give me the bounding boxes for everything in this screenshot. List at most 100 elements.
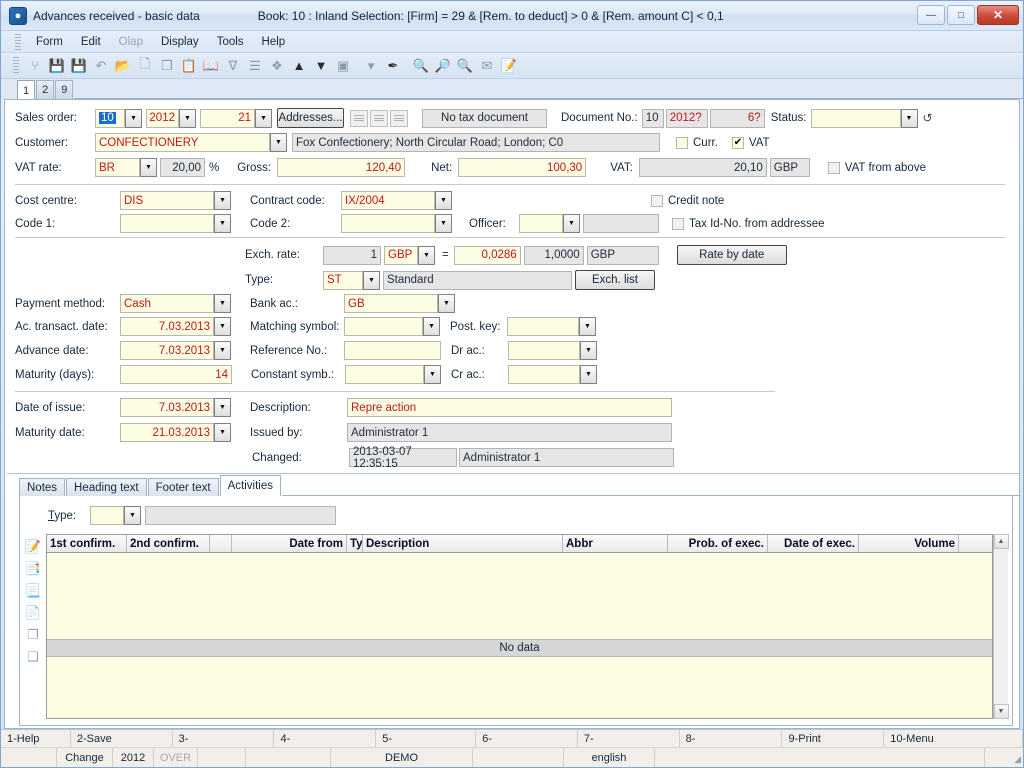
description-input[interactable]: Repre action — [347, 398, 672, 417]
exch-type-dropdown[interactable]: ▼ — [363, 270, 380, 290]
new-document-icon[interactable]: 🗋 — [134, 55, 156, 77]
tax-id-from-addressee-checkbox[interactable] — [672, 217, 684, 230]
menu-item-tools[interactable]: Tools — [208, 34, 253, 50]
function-key-7[interactable]: 7- — [578, 730, 680, 747]
code2-dropdown[interactable]: ▼ — [435, 214, 452, 233]
curr-checkbox[interactable] — [676, 136, 688, 149]
sales-order-year-value[interactable]: 2012 — [146, 108, 179, 128]
binoculars-next-icon[interactable]: 🔎 — [432, 55, 454, 77]
grid-column-header[interactable]: Ty — [347, 535, 363, 552]
function-key-9[interactable]: 9-Print — [782, 730, 885, 747]
reference-no-input[interactable] — [344, 341, 441, 360]
grid-column-header[interactable] — [210, 535, 232, 552]
filter-icon[interactable]: ∇ — [222, 55, 244, 77]
date-of-issue-dropdown[interactable]: ▼ — [214, 398, 231, 417]
code1-input[interactable] — [120, 214, 214, 233]
scroll-up-button[interactable]: ▲ — [993, 534, 1009, 549]
duplicate-record-icon[interactable]: ❑ — [27, 650, 39, 663]
page-tab-1[interactable]: 1 — [17, 80, 36, 100]
menu-item-display[interactable]: Display — [152, 34, 208, 50]
grid-body[interactable]: No data — [47, 553, 992, 718]
code2-input[interactable] — [341, 214, 435, 233]
new-record-icon[interactable]: 📑 — [25, 562, 41, 575]
copy-icon[interactable]: ❐ — [156, 55, 178, 77]
grid-column-header[interactable]: Description — [363, 535, 563, 552]
grid-column-header[interactable]: Date of exec. — [768, 535, 859, 552]
close-button[interactable]: ✕ — [977, 5, 1019, 25]
advance-date-dropdown[interactable]: ▼ — [214, 341, 231, 360]
ac-transact-date-input[interactable]: 7.03.2013 — [120, 317, 214, 336]
exch-rate-currency-input[interactable]: GBP — [384, 245, 418, 265]
grid-vertical-scrollbar[interactable]: ▲ ▼ — [993, 534, 1009, 719]
status-dropdown[interactable]: ▼ — [900, 108, 918, 128]
cr-ac-dropdown[interactable]: ▼ — [580, 365, 597, 384]
align-left-button[interactable] — [350, 109, 368, 127]
align-center-button[interactable] — [370, 109, 388, 127]
function-key-2[interactable]: 2-Save — [71, 730, 173, 747]
delete-record-icon[interactable]: 📄 — [25, 606, 41, 619]
list-filter-icon[interactable]: ☰ — [244, 55, 266, 77]
matching-symbol-dropdown[interactable]: ▼ — [423, 317, 440, 336]
grid-column-header[interactable]: Volume — [859, 535, 959, 552]
function-key-4[interactable]: 4- — [274, 730, 377, 747]
activities-grid[interactable]: 1st confirm. 2nd confirm. Date from Ty Descr… — [46, 534, 993, 719]
bottom-tab-heading-text[interactable]: Heading text — [66, 478, 147, 496]
payment-method-dropdown[interactable]: ▼ — [214, 294, 231, 313]
grid-column-header[interactable]: 2nd confirm. — [127, 535, 210, 552]
binoculars-all-icon[interactable]: 🔍 — [454, 55, 476, 77]
page-tab-2[interactable]: 2 — [36, 80, 55, 99]
excel-export-icon[interactable]: ✒ — [382, 55, 404, 77]
book-icon[interactable]: 📖 — [200, 55, 222, 77]
exch-rate-value[interactable]: 0,0286 — [453, 245, 521, 265]
customer-dropdown[interactable]: ▼ — [270, 133, 287, 152]
exch-rate-currency-dropdown[interactable]: ▼ — [418, 245, 435, 265]
credit-note-checkbox[interactable] — [651, 194, 663, 207]
sales-order-number-dropdown[interactable]: ▼ — [255, 108, 272, 128]
scroll-down-button[interactable]: ▼ — [993, 704, 1009, 719]
note-edit-icon[interactable]: 📝 — [498, 55, 520, 77]
code1-dropdown[interactable]: ▼ — [214, 214, 231, 233]
bottom-tab-notes[interactable]: Notes — [19, 478, 66, 496]
function-key-10[interactable]: 10-Menu — [884, 730, 1023, 747]
sales-order-year-dropdown[interactable]: ▼ — [179, 108, 196, 128]
status-history-icon[interactable]: ↺ — [923, 111, 933, 125]
gross-value[interactable]: 120,40 — [277, 158, 406, 177]
sales-order-book-input[interactable]: 10 — [95, 108, 125, 128]
maturity-date-dropdown[interactable]: ▼ — [214, 423, 231, 442]
vat-rate-code-input[interactable]: BR — [95, 158, 140, 177]
tree-icon[interactable]: ⑂ — [24, 55, 46, 77]
layers-icon[interactable]: ❖ — [266, 55, 288, 77]
bottom-tab-activities[interactable]: Activities — [219, 475, 281, 496]
activity-type-dropdown[interactable]: ▼ — [124, 506, 141, 525]
edit-note-icon[interactable]: 📝 — [25, 540, 41, 553]
save-exit-icon[interactable]: 💾 — [68, 55, 90, 77]
resize-grip[interactable]: ◢ — [1007, 748, 1023, 767]
date-of-issue-input[interactable]: 7.03.2013 — [120, 398, 214, 417]
minimize-button[interactable]: — — [917, 5, 945, 25]
dr-ac-input[interactable] — [508, 341, 580, 360]
mail-icon[interactable]: ✉ — [476, 55, 498, 77]
open-folder-icon[interactable]: 📂 — [112, 55, 134, 77]
function-key-1[interactable]: 1-Help — [1, 730, 71, 747]
maximize-button[interactable]: □ — [947, 5, 975, 25]
bank-ac-dropdown[interactable]: ▼ — [438, 294, 455, 313]
save-icon[interactable]: 💾 — [46, 55, 68, 77]
grid-column-header[interactable]: Date from — [232, 535, 347, 552]
cost-centre-dropdown[interactable]: ▼ — [214, 191, 231, 210]
officer-input[interactable] — [519, 214, 563, 233]
dropdown-arrow-icon[interactable]: ▾ — [360, 55, 382, 77]
activity-type-input[interactable] — [90, 506, 124, 525]
undo-icon[interactable]: ↶ — [90, 55, 112, 77]
arrow-up-icon[interactable]: ▲ — [288, 55, 310, 77]
grid-column-header[interactable]: Abbr — [563, 535, 668, 552]
cost-centre-input[interactable]: DIS — [120, 191, 214, 210]
grid-column-header[interactable]: Prob. of exec. — [668, 535, 768, 552]
vat-rate-dropdown[interactable]: ▼ — [140, 158, 157, 177]
function-key-5[interactable]: 5- — [376, 730, 477, 747]
addresses-button[interactable]: Addresses... — [277, 108, 344, 128]
bottom-tab-footer-text[interactable]: Footer text — [147, 478, 219, 496]
constant-symb-input[interactable] — [345, 365, 424, 384]
menu-item-help[interactable]: Help — [253, 34, 295, 50]
toolbar-grip[interactable] — [13, 56, 19, 75]
ac-transact-date-dropdown[interactable]: ▼ — [214, 317, 231, 336]
